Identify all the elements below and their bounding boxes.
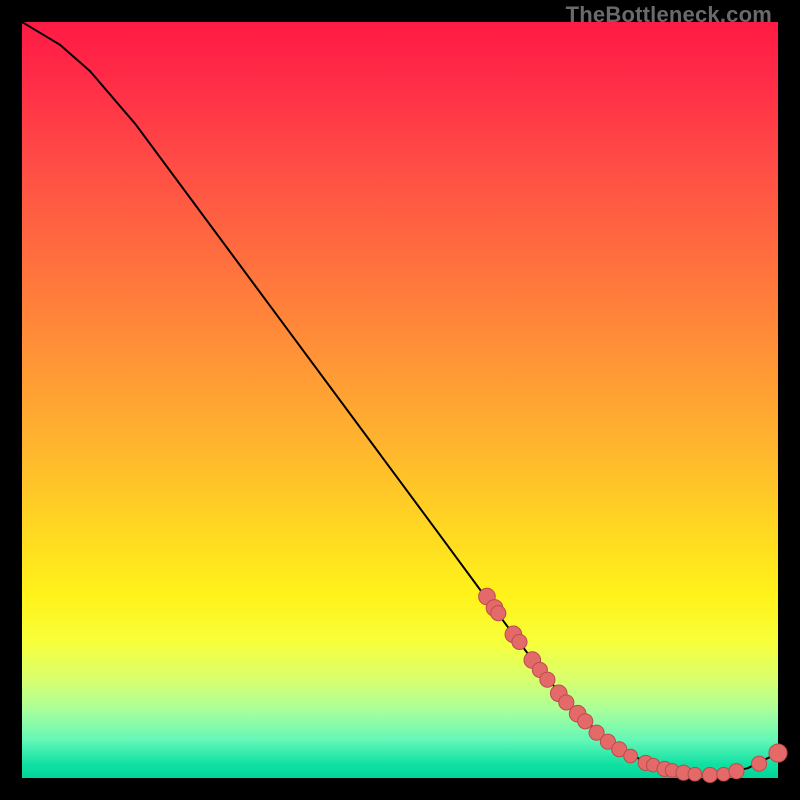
chart-overlay: [22, 22, 778, 778]
curve-marker: [702, 767, 717, 782]
curve-marker: [769, 744, 787, 762]
curve-marker: [717, 767, 731, 781]
curve-line: [22, 22, 778, 775]
curve-marker: [752, 756, 767, 771]
curve-marker: [540, 672, 555, 687]
curve-markers: [479, 588, 787, 782]
curve-marker: [578, 714, 593, 729]
chart-stage: TheBottleneck.com: [0, 0, 800, 800]
curve-marker: [624, 749, 638, 763]
curve-marker: [729, 764, 744, 779]
curve-marker: [512, 634, 527, 649]
curve-marker: [491, 606, 506, 621]
curve-marker: [688, 767, 702, 781]
